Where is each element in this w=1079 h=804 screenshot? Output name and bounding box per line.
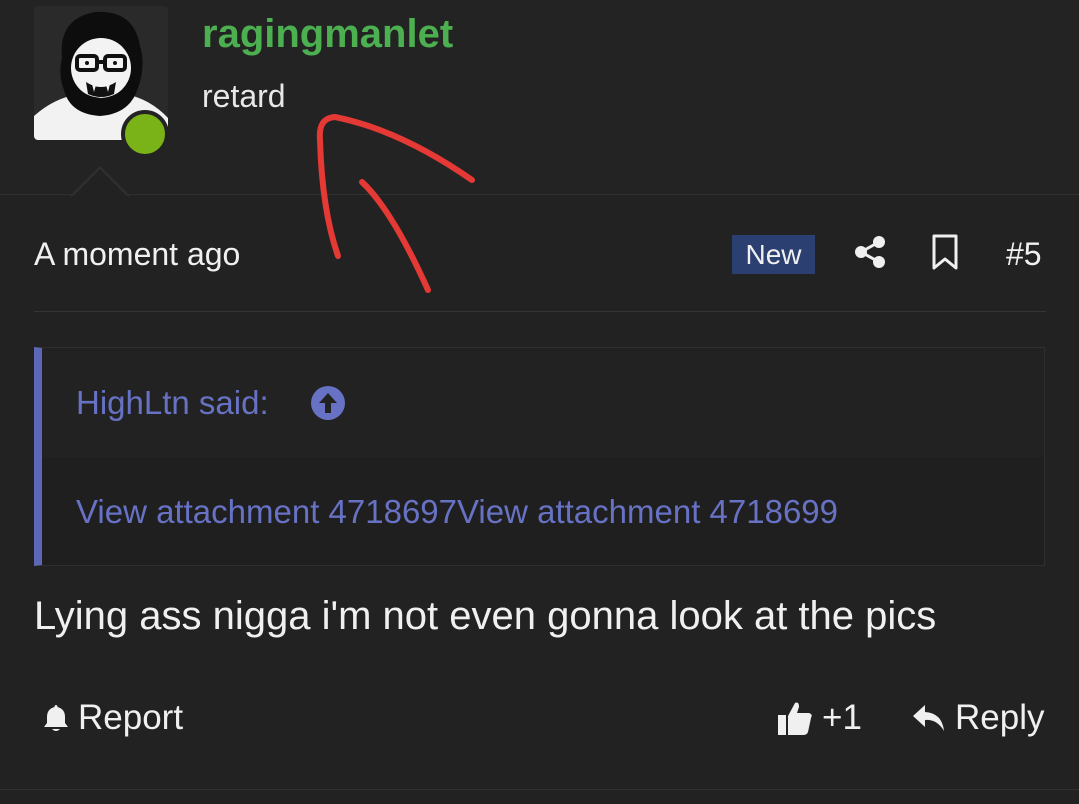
divider [34, 311, 1046, 312]
reply-icon [913, 705, 944, 731]
user-title: retard [202, 78, 286, 114]
reply-button[interactable]: Reply [911, 698, 1044, 738]
like-count: +1 [822, 698, 862, 737]
post-number[interactable]: #5 [1006, 236, 1042, 273]
arrow-up-circle-icon[interactable] [310, 385, 346, 421]
reply-label: Reply [955, 698, 1045, 737]
message-text: Lying ass nigga i'm not even gonna look … [34, 594, 937, 638]
report-button[interactable]: Report [40, 698, 183, 738]
bell-icon [44, 705, 68, 731]
quote-block: HighLtn said: View attachment 4718697Vie… [34, 347, 1045, 566]
message-pointer-inner [72, 169, 128, 197]
divider [0, 789, 1079, 790]
online-status-indicator [121, 110, 169, 158]
new-badge: New [732, 235, 815, 274]
username[interactable]: ragingmanlet [202, 12, 453, 57]
quote-content[interactable]: View attachment 4718697View attachment 4… [76, 493, 838, 531]
quote-author[interactable]: HighLtn said: [76, 384, 269, 422]
post-timestamp[interactable]: A moment ago [34, 236, 240, 273]
share-icon[interactable] [852, 234, 888, 270]
like-button[interactable]: +1 [776, 698, 862, 738]
thumbs-up-icon [778, 702, 812, 735]
bookmark-icon[interactable] [930, 234, 960, 270]
user-header: ragingmanlet retard [0, 0, 1079, 195]
report-label: Report [78, 698, 184, 737]
